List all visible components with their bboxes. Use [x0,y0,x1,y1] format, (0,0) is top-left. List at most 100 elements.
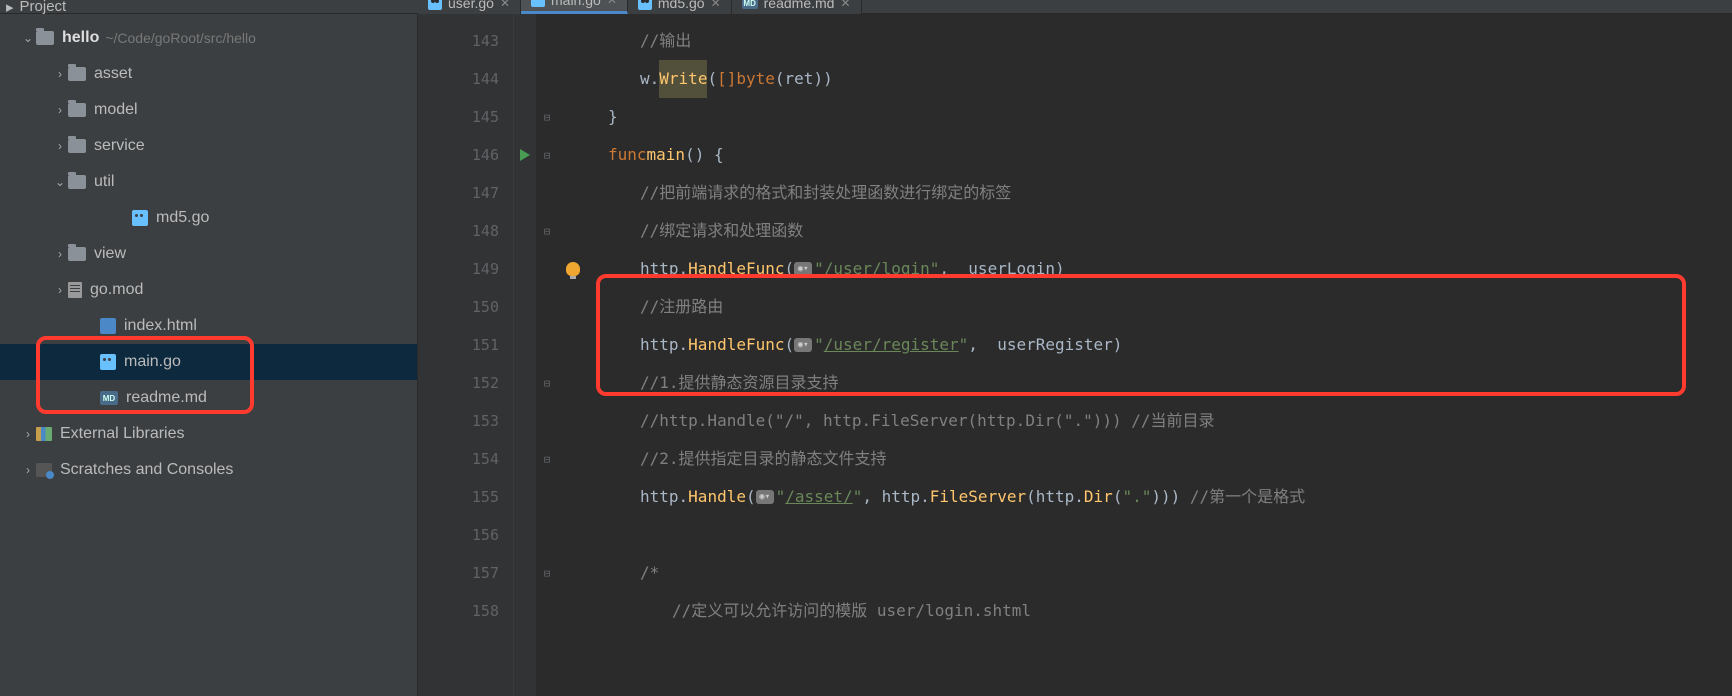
line-number: 156 [418,516,499,554]
chevron-right-icon[interactable]: › [52,247,68,261]
editor-tab[interactable]: MD readme.md ✕ [732,0,862,14]
tree-item[interactable]: md5.go [0,200,417,236]
chevron-right-icon[interactable]: › [20,427,36,441]
folder-icon [68,103,86,117]
tree-item[interactable]: main.go [0,344,417,380]
close-icon[interactable]: ✕ [607,0,617,7]
library-icon [36,427,52,441]
tree-item-label: asset [94,65,132,83]
code-line[interactable]: http.HandleFunc(◉▾"/user/login", userLog… [608,250,1732,288]
fold-toggle-icon[interactable]: ⊟ [536,212,558,250]
editor-tab[interactable]: user.go ✕ [418,0,521,14]
code-line[interactable]: //注册路由 [608,288,1732,326]
code-line[interactable]: } [608,98,1732,136]
tab-label: main.go [551,0,601,8]
tree-item[interactable]: ›model [0,92,417,128]
code-line[interactable]: w.Write([]byte(ret)) [608,60,1732,98]
code-line[interactable]: http.HandleFunc(◉▾"/user/register", user… [608,326,1732,364]
ide-toolbar: ▸ Project [0,0,1732,14]
folder-icon [36,31,54,45]
code-line[interactable]: //2.提供指定目录的静态文件支持 [608,440,1732,478]
fold-toggle-icon[interactable]: ⊟ [536,440,558,478]
chevron-right-icon[interactable]: › [52,283,68,297]
line-number: 155 [418,478,499,516]
line-number: 150 [418,288,499,326]
code-line[interactable]: /* [608,554,1732,592]
markdown-file-icon: MD [742,0,758,9]
tree-external-libraries[interactable]: › External Libraries [0,416,417,452]
tab-label: user.go [448,0,494,11]
tree-item[interactable]: ›go.mod [0,272,417,308]
editor-tab[interactable]: main.go ✕ [521,0,628,14]
code-line[interactable]: //1.提供静态资源目录支持 [608,364,1732,402]
project-panel-label[interactable]: Project [20,0,67,15]
folder-icon [68,139,86,153]
code-line[interactable]: //把前端请求的格式和封装处理函数进行绑定的标签 [608,174,1732,212]
line-number: 147 [418,174,499,212]
line-number: 154 [418,440,499,478]
tree-label: External Libraries [60,425,185,443]
code-line[interactable]: //http.Handle("/", http.FileServer(http.… [608,402,1732,440]
tree-item-label: util [94,173,114,191]
line-number: 144 [418,60,499,98]
tree-item[interactable]: MD readme.md [0,380,417,416]
tree-item-label: readme.md [126,389,207,407]
tree-item-label: index.html [124,317,197,335]
line-number-gutter: 1431441451461471481491501511521531541551… [418,14,514,696]
close-icon[interactable]: ✕ [500,0,510,10]
gutter-run-icons [514,14,536,696]
fold-gutter: ⊟⊟⊟⊟⊟⊟ [536,14,558,696]
close-icon[interactable]: ✕ [840,0,850,10]
line-number: 157 [418,554,499,592]
code-line[interactable]: //输出 [608,22,1732,60]
editor-tab[interactable]: md5.go ✕ [628,0,732,14]
tree-item[interactable]: ›service [0,128,417,164]
code-line[interactable]: //绑定请求和处理函数 [608,212,1732,250]
html-file-icon [100,318,116,334]
code-line[interactable] [608,516,1732,554]
folder-icon [68,247,86,261]
chevron-right-icon[interactable]: › [52,139,68,153]
chevron-right-icon[interactable]: › [20,463,36,477]
tree-item[interactable]: › asset [0,56,417,92]
run-gutter-icon[interactable] [520,149,530,161]
intention-bulb-icon[interactable] [566,262,580,276]
chevron-right-icon[interactable]: › [52,67,68,81]
chevron-down-icon[interactable]: ⌄ [20,31,36,45]
tree-item[interactable]: ⌄ util [0,164,417,200]
code-line[interactable]: func main() { [608,136,1732,174]
tree-item[interactable]: index.html [0,308,417,344]
code-line[interactable]: http.Handle(◉▾"/asset/", http.FileServer… [608,478,1732,516]
tree-root-path: ~/Code/goRoot/src/hello [105,30,256,46]
tree-item-label: view [94,245,126,263]
tree-label: Scratches and Consoles [60,461,233,479]
project-tree: ⌄ hello ~/Code/goRoot/src/hello ›asset›m… [0,14,418,696]
intention-bulb-gutter [558,14,588,696]
editor-tabs: user.go ✕ main.go ✕ md5.go ✕ MD readme.md ✕ [418,0,862,14]
markdown-file-icon: MD [100,391,118,405]
fold-toggle-icon[interactable]: ⊟ [536,364,558,402]
tree-item[interactable]: › view [0,236,417,272]
tab-label: md5.go [658,0,705,11]
close-icon[interactable]: ✕ [711,0,721,10]
tab-label: readme.md [764,0,835,11]
code-line[interactable]: //定义可以允许访问的模版 user/login.shtml [608,592,1732,630]
line-number: 143 [418,22,499,60]
code-area[interactable]: //输出w.Write([]byte(ret))}func main() {//… [588,14,1732,696]
line-number: 151 [418,326,499,364]
fold-toggle-icon[interactable]: ⊟ [536,136,558,174]
fold-toggle-icon[interactable]: ⊟ [536,98,558,136]
go-file-icon [132,210,148,226]
folder-icon [68,67,86,81]
tree-scratches[interactable]: › Scratches and Consoles [0,452,417,488]
go-file-icon [638,0,652,10]
go-file-icon [428,0,442,10]
line-number: 152 [418,364,499,402]
line-number: 158 [418,592,499,630]
fold-toggle-icon[interactable]: ⊟ [536,554,558,592]
go-file-icon [531,0,545,7]
code-editor[interactable]: 1431441451461471481491501511521531541551… [418,14,1732,696]
tree-root[interactable]: ⌄ hello ~/Code/goRoot/src/hello [0,20,417,56]
chevron-down-icon[interactable]: ⌄ [52,175,68,189]
chevron-right-icon[interactable]: › [52,103,68,117]
